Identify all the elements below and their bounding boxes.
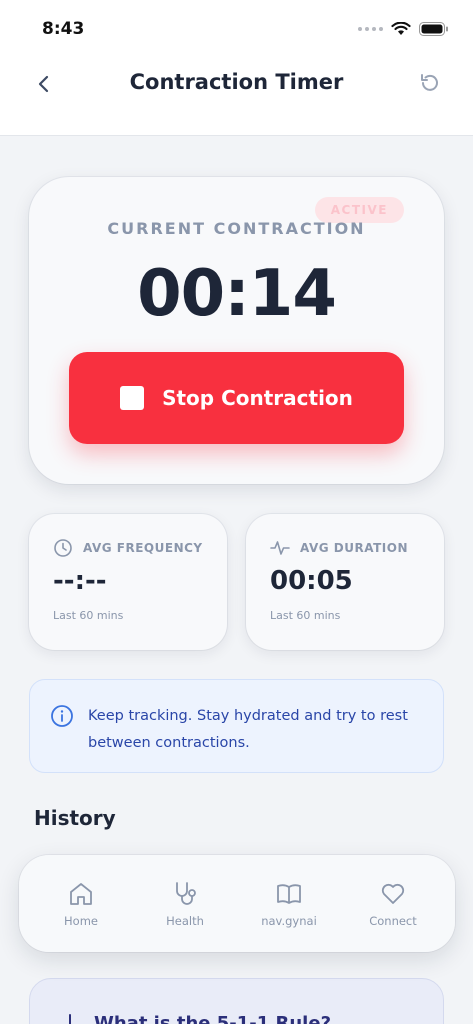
avg-duration-label: AVG DURATION [300,541,408,555]
timer-card: ACTIVE CURRENT CONTRACTION 00:14 Stop Co… [29,177,444,484]
heart-icon [381,883,405,904]
battery-icon [419,22,448,36]
history-title: History [34,806,116,830]
pulse-icon [270,541,290,555]
tab-connect[interactable]: Connect [343,880,443,928]
tab-gynai-label: nav.gynai [261,913,317,928]
rule-title: What is the 5-1-1 Rule? [94,1013,332,1024]
info-message: Keep tracking. Stay hydrated and try to … [29,679,444,773]
home-icon [70,882,92,905]
signal-icon [358,27,383,31]
timer-display: 00:14 [137,257,337,331]
stop-icon [120,386,145,410]
tab-home[interactable]: Home [31,880,131,928]
avg-frequency-label: AVG FREQUENCY [83,541,203,555]
clock-icon [54,539,72,557]
header: Contraction Timer [0,56,473,136]
avg-frequency-sub: Last 60 mins [53,609,124,622]
avg-duration-card: AVG DURATION 00:05 Last 60 mins [246,514,444,650]
thermometer-icon [69,1014,71,1024]
status-bar: 8:43 [0,0,473,56]
avg-duration-value: 00:05 [270,566,353,596]
avg-duration-sub: Last 60 mins [270,609,341,622]
tab-health[interactable]: Health [135,880,235,928]
avg-frequency-value: --:-- [53,566,107,596]
stop-contraction-label: Stop Contraction [162,386,353,410]
tab-health-label: Health [166,913,204,928]
page-title: Contraction Timer [129,70,344,94]
status-time: 8:43 [42,19,85,39]
book-icon [277,883,301,904]
tab-gynai[interactable]: nav.gynai [239,880,339,928]
avg-frequency-card: AVG FREQUENCY --:-- Last 60 mins [29,514,227,650]
reset-icon [421,74,438,91]
stop-contraction-button[interactable]: Stop Contraction [69,352,404,444]
info-text: Keep tracking. Stay hydrated and try to … [88,708,408,751]
tab-connect-label: Connect [369,913,417,928]
stethoscope-icon [176,881,196,905]
status-icons [358,22,449,36]
reset-button[interactable] [415,68,445,98]
wifi-icon [391,22,411,35]
tab-bar: Home Health nav.gynai Connect [19,855,455,952]
info-icon [51,705,73,727]
current-contraction-label: CURRENT CONTRACTION [107,219,366,238]
rule-info-card[interactable]: What is the 5-1-1 Rule? [29,978,444,1024]
tab-home-label: Home [64,913,98,928]
